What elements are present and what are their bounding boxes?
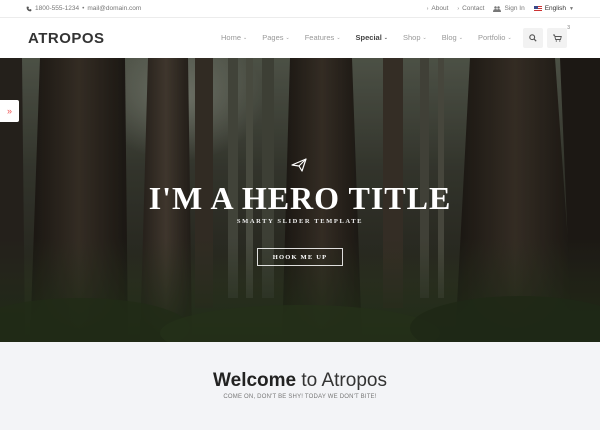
top-links: › About › Contact Sign In English ▼ [427, 5, 574, 12]
welcome-section: Welcome to Atropos COME ON, DON'T BE SHY… [0, 342, 600, 430]
main-header: ATROPOS Home ⌄ Pages ⌄ Features ⌄ Special ⌄ … [0, 19, 600, 58]
welcome-heading-rest: to Atropos [301, 370, 387, 391]
top-bar: 1800-555-1234 • mail@domain.com › About … [0, 0, 600, 18]
chevron-down-icon: ⌄ [383, 34, 388, 41]
welcome-heading: Welcome to Atropos [0, 370, 600, 392]
double-chevron-right-icon: » [6, 106, 12, 116]
about-label: About [431, 5, 449, 12]
nav-shop[interactable]: Shop ⌄ [403, 33, 427, 42]
side-panel-toggle[interactable]: » [0, 100, 19, 122]
chevron-right-icon: › [457, 5, 460, 12]
paper-plane-icon [291, 158, 307, 172]
chevron-down-icon: ⌄ [336, 34, 341, 41]
search-button[interactable] [523, 28, 543, 48]
cart-icon [552, 34, 562, 42]
hero-slider: » I'M A HERO TITLE SMARTY SLIDER TEMPLAT… [0, 58, 600, 342]
nav-label: Special [355, 33, 382, 42]
caret-down-icon: ▼ [569, 5, 574, 12]
nav-label: Blog [441, 33, 457, 42]
nav-label: Pages [262, 33, 284, 42]
phone-number[interactable]: 1800-555-1234 [35, 5, 79, 12]
nav-home[interactable]: Home ⌄ [221, 33, 247, 42]
users-icon [493, 5, 502, 12]
nav-special[interactable]: Special ⌄ [356, 33, 388, 42]
cart-button[interactable]: 3 [547, 25, 570, 48]
email-link[interactable]: mail@domain.com [87, 5, 141, 12]
nav-portfolio[interactable]: Portfolio ⌄ [478, 33, 512, 42]
contact-label: Contact [462, 5, 485, 12]
phone-icon [26, 6, 32, 11]
us-flag-icon [533, 6, 542, 11]
contact-info: 1800-555-1234 • mail@domain.com [26, 5, 141, 12]
nav-label: Shop [402, 33, 421, 42]
nav-blog[interactable]: Blog ⌄ [442, 33, 463, 42]
chevron-down-icon: ⌄ [243, 34, 248, 41]
site-logo[interactable]: ATROPOS [28, 30, 105, 47]
chevron-down-icon: ⌄ [285, 34, 290, 41]
chevron-right-icon: › [426, 5, 429, 12]
nav-label: Home [221, 33, 242, 42]
cart-count-badge: 3 [567, 25, 570, 31]
main-nav: Home ⌄ Pages ⌄ Features ⌄ Special ⌄ Shop ⌄ Bl… [221, 33, 512, 42]
language-label: English [544, 5, 567, 12]
signin-link[interactable]: Sign In [493, 5, 525, 12]
chevron-down-icon: ⌄ [422, 34, 427, 41]
hook-me-up-button[interactable]: HOOK ME UP [257, 248, 343, 266]
hero-subtitle: SMARTY SLIDER TEMPLATE [236, 218, 364, 225]
signin-label: Sign In [504, 5, 525, 12]
language-selector[interactable]: English ▼ [533, 5, 574, 12]
about-link[interactable]: › About [427, 5, 449, 12]
nav-pages[interactable]: Pages ⌄ [262, 33, 289, 42]
nav-label: Features [304, 33, 335, 42]
contact-link[interactable]: › Contact [457, 5, 484, 12]
separator: • [82, 5, 85, 12]
nav-label: Portfolio [477, 33, 506, 42]
chevron-down-icon: ⌄ [458, 34, 463, 41]
chevron-down-icon: ⌄ [507, 34, 512, 41]
nav-features[interactable]: Features ⌄ [305, 33, 341, 42]
welcome-heading-bold: Welcome [213, 370, 297, 391]
welcome-subtitle: COME ON, DON'T BE SHY! TODAY WE DON'T BI… [223, 394, 377, 400]
hero-title: I'M A HERO TITLE [148, 180, 452, 216]
search-icon [529, 34, 537, 42]
